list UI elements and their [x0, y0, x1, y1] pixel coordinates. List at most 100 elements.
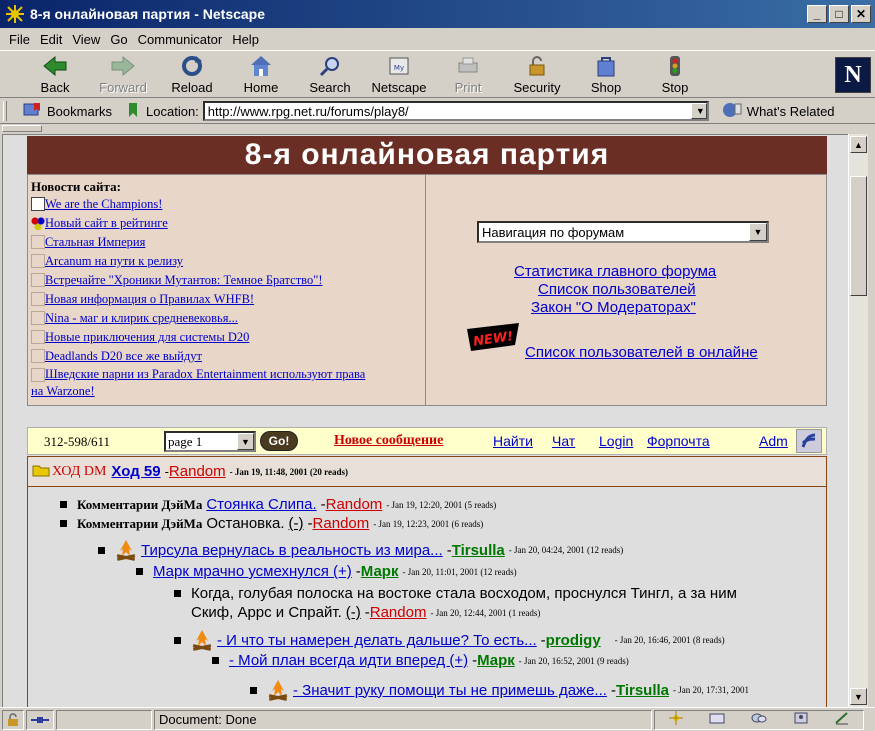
new-post-link[interactable]: Новое сообщение: [334, 433, 443, 449]
post-author-link[interactable]: Tirsulla: [452, 542, 505, 559]
thread-header: ХОД DM Ход 59 - Random - Jan 19, 11:48, …: [28, 457, 826, 487]
post-line: - Мой план всегда идти вперед (+) - Марк…: [212, 652, 629, 669]
thread-author-link[interactable]: Random: [169, 463, 226, 480]
print-label: Print: [454, 80, 482, 95]
post-title-link[interactable]: Марк мрачно усмехнулся (+): [153, 563, 352, 580]
chat-link[interactable]: Чат: [552, 433, 575, 449]
vertical-scrollbar[interactable]: ▲ ▼: [848, 134, 868, 707]
bookmarks-label: Bookmarks: [47, 103, 113, 119]
go-button[interactable]: Go!: [260, 431, 298, 451]
news-item: Arcanum на пути к релизу: [31, 252, 423, 271]
post-author-link[interactable]: Random: [370, 604, 427, 621]
reload-button[interactable]: Reload: [160, 53, 224, 97]
security-button[interactable]: Security: [505, 53, 569, 97]
post-author-link[interactable]: Марк: [477, 652, 515, 669]
scroll-down-arrow-icon[interactable]: ▼: [850, 688, 867, 705]
post-line: Комментарии ДэйМа Стоянка Слипа. - Rando…: [60, 496, 496, 513]
toolbar-grip[interactable]: [3, 101, 7, 121]
online-users-link[interactable]: Список пользователей в онлайне: [525, 344, 758, 361]
netscape-app-icon: [5, 4, 25, 24]
menu-communicator[interactable]: Communicator: [133, 32, 228, 47]
forum-navigation-select[interactable]: Навигация по форумам ▼: [477, 221, 769, 243]
composer-icon[interactable]: [834, 711, 850, 728]
shop-button[interactable]: Shop: [574, 53, 638, 97]
netscape-logo[interactable]: N: [835, 57, 871, 93]
post-label: Комментарии ДэйМа: [77, 515, 203, 531]
location-bar: Bookmarks Location: http://www.rpg.net.r…: [0, 99, 875, 123]
post-author-link[interactable]: prodigy: [546, 632, 601, 649]
navigator-icon[interactable]: [668, 711, 684, 728]
admin-link[interactable]: Adm: [759, 433, 788, 449]
forward-button[interactable]: Forward: [91, 53, 155, 97]
netscape-button[interactable]: My Netscape: [367, 53, 431, 97]
news-link[interactable]: Arcanum на пути к релизу: [45, 252, 183, 271]
post-expand-link[interactable]: (-): [289, 515, 304, 532]
menu-edit[interactable]: Edit: [35, 32, 67, 47]
title-bar: 8-я онлайновая партия - Netscape _ □ ✕: [0, 0, 875, 28]
newsgroups-icon[interactable]: [751, 711, 767, 728]
bullet-icon: [60, 520, 67, 527]
find-link[interactable]: Найти: [493, 433, 533, 449]
forpochta-link[interactable]: Форпочта: [647, 433, 710, 449]
home-button[interactable]: Home: [229, 53, 293, 97]
whats-related-button[interactable]: What's Related: [721, 101, 835, 122]
select-arrow-icon[interactable]: ▼: [237, 433, 254, 450]
url-field[interactable]: http://www.rpg.net.ru/forums/play8/ ▼: [202, 101, 709, 121]
search-button[interactable]: Search: [298, 53, 362, 97]
stop-button[interactable]: Stop: [643, 53, 707, 97]
forum-logo-icon[interactable]: [796, 429, 822, 453]
bullet-icon: [60, 501, 67, 508]
moderators-law-link[interactable]: Закон "О Модераторах": [531, 299, 696, 316]
back-button[interactable]: Back: [23, 53, 87, 97]
news-link[interactable]: Новый сайт в рейтинге: [45, 214, 168, 233]
news-link[interactable]: Новая информация о Правилах WHFB!: [45, 290, 254, 309]
url-dropdown-arrow-icon[interactable]: ▼: [690, 103, 707, 119]
bullet-icon: [31, 349, 45, 363]
close-button[interactable]: ✕: [851, 5, 871, 23]
collapsed-toolbar-tab[interactable]: [2, 125, 42, 132]
news-link[interactable]: Nina - маг и клирик средневековья...: [45, 309, 238, 328]
scroll-thumb[interactable]: [850, 176, 867, 296]
maximize-button[interactable]: □: [829, 5, 849, 23]
scroll-up-arrow-icon[interactable]: ▲: [850, 136, 867, 153]
post-author-link[interactable]: Random: [313, 515, 370, 532]
news-link[interactable]: Стальная Империя: [45, 233, 145, 252]
post-title-link[interactable]: - И что ты намерен делать дальше? То ест…: [217, 632, 537, 649]
menu-go[interactable]: Go: [105, 32, 132, 47]
post-author-link[interactable]: Tirsulla: [616, 682, 669, 699]
post-expand-link[interactable]: (-): [346, 604, 361, 621]
news-link[interactable]: Встречайте "Хроники Мутантов: Темное Бра…: [45, 271, 323, 290]
news-link[interactable]: Новые приключения для системы D20: [45, 328, 249, 347]
thread-title-link[interactable]: Ход 59: [111, 463, 160, 480]
print-button[interactable]: Print: [436, 53, 500, 97]
forum-stats-link[interactable]: Статистика главного форума: [514, 263, 716, 280]
post-title-link[interactable]: Стоянка Слипа.: [206, 496, 316, 513]
news-link[interactable]: Шведские парни из Paradox Entertainment …: [31, 366, 365, 400]
bookmarks-button[interactable]: Bookmarks: [21, 101, 112, 122]
post-title-link[interactable]: - Значит руку помощи ты не примешь даже.…: [293, 682, 607, 699]
message-count: 312-598/611: [44, 434, 110, 449]
status-message: Document: Done: [154, 709, 652, 730]
post-author-link[interactable]: Random: [326, 496, 383, 513]
news-link[interactable]: We are the Champions!: [45, 195, 162, 214]
mail-icon[interactable]: [709, 711, 725, 728]
user-list-link[interactable]: Список пользователей: [538, 281, 696, 298]
page-select[interactable]: page 1 ▼: [164, 431, 256, 452]
menu-file[interactable]: File: [4, 32, 35, 47]
page-proxy-icon[interactable]: [126, 101, 140, 122]
minimize-button[interactable]: _: [807, 5, 827, 23]
url-text[interactable]: http://www.rpg.net.ru/forums/play8/: [205, 104, 409, 119]
news-link[interactable]: Deadlands D20 все же выйдут: [45, 347, 202, 366]
menu-help[interactable]: Help: [227, 32, 264, 47]
login-link[interactable]: Login: [599, 433, 633, 449]
post-line: Марк мрачно усмехнулся (+) - Марк - Jan …: [136, 563, 517, 580]
address-book-icon[interactable]: [793, 711, 809, 728]
shop-label: Shop: [590, 80, 622, 95]
post-meta: - Jan 20, 12:44, 2001 (1 reads): [430, 607, 541, 618]
post-author-link[interactable]: Марк: [361, 563, 399, 580]
security-status-icon[interactable]: [2, 709, 24, 730]
post-title-link[interactable]: Тирсула вернулась в реальность из мира..…: [141, 542, 443, 559]
menu-view[interactable]: View: [67, 32, 105, 47]
post-title-link[interactable]: - Мой план всегда идти вперед (+): [229, 652, 468, 669]
select-arrow-icon[interactable]: ▼: [749, 223, 767, 241]
